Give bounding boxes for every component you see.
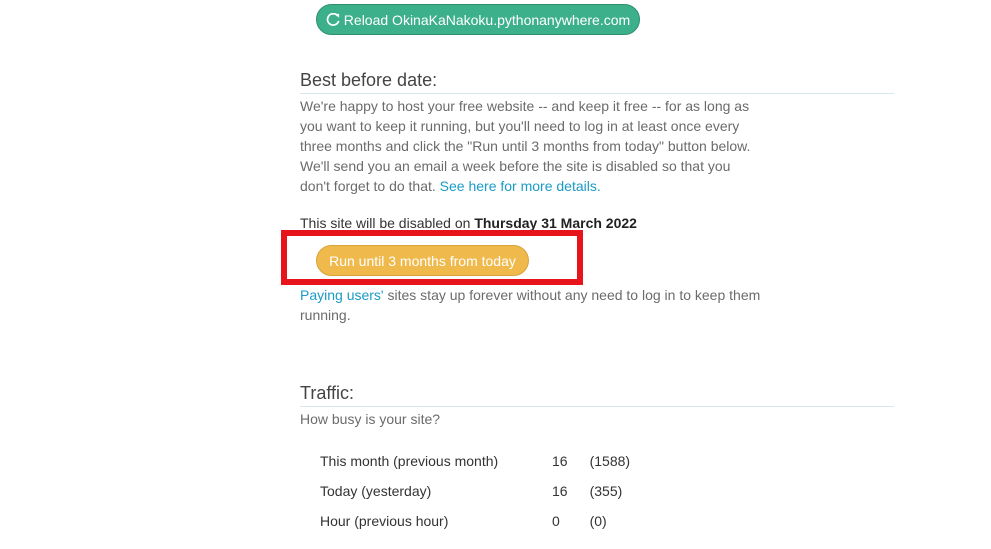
traffic-value: 0 [552, 513, 560, 529]
disable-prefix: This site will be disabled on [300, 215, 471, 231]
reload-button[interactable]: Reload OkinaKaNakoku.pythonanywhere.com [316, 4, 640, 35]
traffic-label: Hour (previous hour) [320, 513, 449, 529]
reload-button-label: Reload OkinaKaNakoku.pythonanywhere.com [343, 11, 631, 28]
best-before-divider [300, 93, 894, 94]
table-row: Hour (previous hour) 0 (0) [310, 506, 640, 536]
best-before-description: We're happy to host your free website --… [300, 96, 760, 196]
best-before-title: Best before date: [300, 70, 438, 90]
traffic-divider [300, 406, 894, 407]
details-link[interactable]: See here for more details. [440, 178, 601, 194]
refresh-icon [326, 12, 340, 27]
traffic-subtitle: How busy is your site? [300, 411, 441, 427]
disable-date-line: This site will be disabled on Thursday 3… [300, 215, 637, 231]
traffic-title: Traffic: [300, 383, 355, 403]
traffic-previous: (0) [589, 513, 607, 529]
traffic-label: Today (yesterday) [320, 483, 432, 499]
web-app-tab-page: Reload OkinaKaNakoku.pythonanywhere.com … [0, 0, 991, 549]
table-row: This month (previous month) 16 (1588) [310, 446, 640, 476]
traffic-label: This month (previous month) [320, 453, 499, 469]
traffic-previous: (355) [589, 483, 623, 499]
traffic-table: This month (previous month) 16 (1588) To… [310, 446, 640, 536]
table-row: Today (yesterday) 16 (355) [310, 476, 640, 506]
traffic-value: 16 [552, 483, 568, 499]
paying-users-note: Paying users' sites stay up forever with… [300, 285, 770, 325]
paying-users-link[interactable]: Paying users' [300, 287, 384, 303]
run-until-3-months-button[interactable]: Run until 3 months from today [316, 245, 529, 276]
traffic-value: 16 [552, 453, 568, 469]
traffic-previous: (1588) [589, 453, 631, 469]
disable-date: Thursday 31 March 2022 [474, 215, 637, 231]
